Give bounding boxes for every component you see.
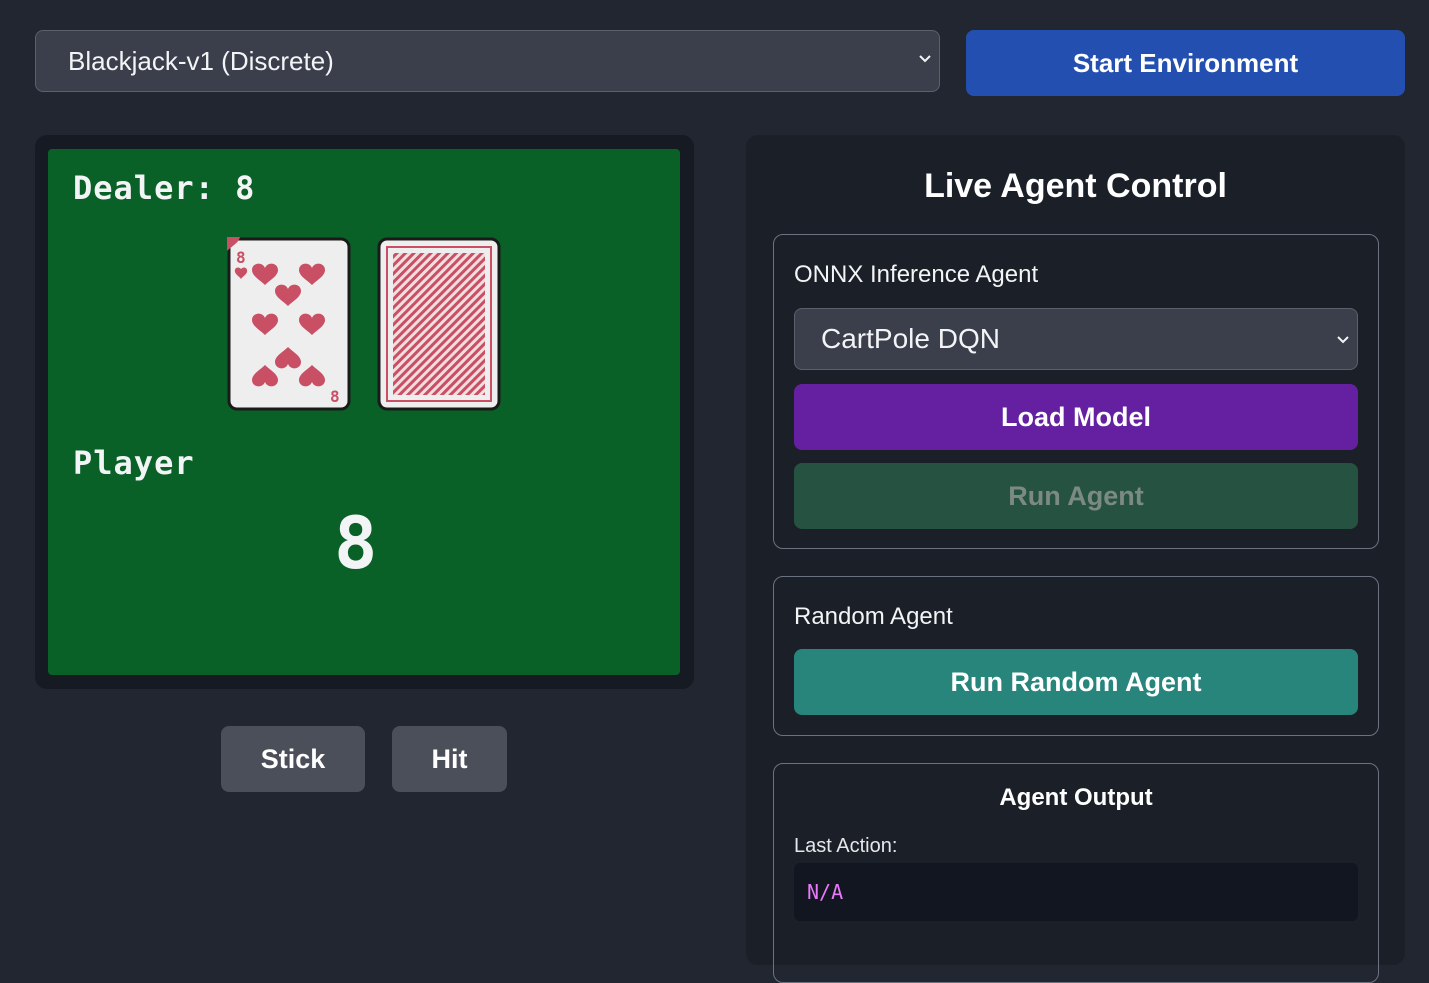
dealer-label: Dealer: 8 — [73, 169, 256, 207]
random-agent-section: Random Agent Run Random Agent — [773, 576, 1379, 736]
card-rank-bottom: 8 — [330, 387, 340, 406]
game-frame: Dealer: 8 8 8 Player 8 — [35, 135, 694, 689]
agent-control-panel: Live Agent Control ONNX Inference Agent … — [746, 135, 1405, 983]
dealer-card-eight-hearts: 8 8 — [227, 237, 351, 411]
environment-select-value: Blackjack-v1 (Discrete) — [68, 45, 334, 76]
last-action-value: N/A — [794, 863, 1358, 921]
model-select-value: CartPole DQN — [821, 323, 1000, 354]
player-sum: 8 — [334, 501, 379, 585]
run-agent-button[interactable]: Run Agent — [794, 463, 1358, 529]
environment-select[interactable]: Blackjack-v1 (Discrete) — [35, 30, 940, 92]
chevron-down-icon — [1337, 336, 1349, 344]
panel-title: Live Agent Control — [924, 167, 1227, 205]
onnx-agent-section: ONNX Inference Agent CartPole DQN Load M… — [773, 234, 1379, 549]
run-random-agent-button[interactable]: Run Random Agent — [794, 649, 1358, 715]
top-bar: Blackjack-v1 (Discrete) Start Environmen… — [35, 30, 1405, 96]
dealer-hidden-card — [377, 237, 501, 411]
card-rank-top: 8 — [236, 248, 246, 267]
hit-button[interactable]: Hit — [392, 726, 507, 792]
stick-button[interactable]: Stick — [221, 726, 365, 792]
last-action-label: Last Action: — [794, 835, 898, 857]
chevron-down-icon — [919, 55, 931, 63]
load-model-button[interactable]: Load Model — [794, 384, 1358, 450]
agent-output-section: Agent Output Last Action: N/A — [773, 763, 1379, 983]
model-select[interactable]: CartPole DQN — [794, 308, 1358, 370]
agent-output-heading: Agent Output — [999, 784, 1153, 811]
random-agent-heading: Random Agent — [794, 603, 953, 630]
player-label: Player — [73, 444, 195, 482]
card-back-pattern — [393, 253, 485, 395]
blackjack-table: Dealer: 8 8 8 Player 8 — [48, 149, 680, 675]
onnx-agent-heading: ONNX Inference Agent — [794, 261, 1039, 288]
start-environment-button[interactable]: Start Environment — [966, 30, 1405, 96]
